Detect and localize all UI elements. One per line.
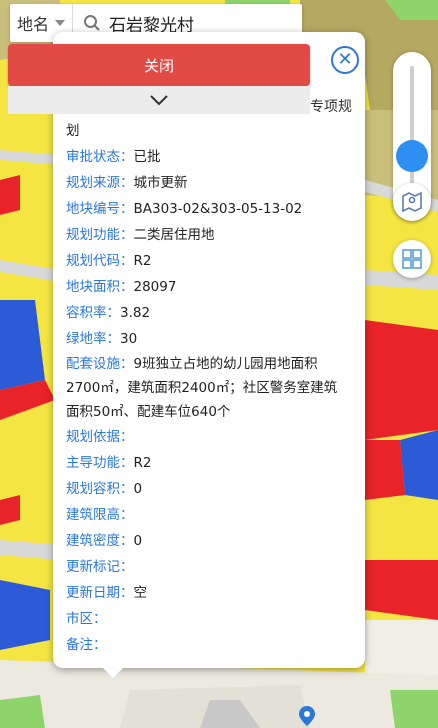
attr-row-main-function: 主导功能：R2 [66,455,152,471]
grid-icon [402,249,422,269]
attr-label: 配套设施 [66,356,120,372]
attr-value: 二类居住用地 [133,227,215,243]
location-pin-icon[interactable] [298,705,316,727]
close-button[interactable]: 关闭 [8,44,310,86]
attr-label: 市区 [66,611,93,627]
attr-row-update-mark: 更新标记： [66,559,134,575]
grid-view-button[interactable] [393,240,431,278]
attr-row-parcel-area: 地块面积：28097 [66,279,177,295]
attr-value: BA303-02&303-05-13-02 [133,201,303,217]
attr-row-update-date: 更新日期：空 [66,585,148,601]
popup-title-tail: 专项规 [310,99,352,115]
attr-value-cont: 面积50㎡、配建车位640个 [66,404,231,420]
attr-label: 规划来源 [66,175,120,191]
attr-value: 3.82 [120,305,151,321]
attr-value: 已批 [133,149,161,165]
popup-title-continued: 划 [66,123,80,139]
attr-value: 9班独立占地的幼儿园用地面积 [133,356,318,372]
attr-value: 城市更新 [133,175,188,191]
attr-label: 更新标记 [66,559,120,575]
chevron-down-icon [55,20,65,26]
attr-label: 规划功能 [66,227,120,243]
attr-value-cont: 2700㎡，建筑面积2400㎡；社区警务室建筑 [66,380,338,396]
category-label: 地名 [16,15,49,34]
attr-label: 地块面积 [66,279,120,295]
attr-label: 建筑限高 [66,507,120,523]
map-layers-button[interactable] [393,183,431,221]
attr-label: 地块编号 [66,201,120,217]
attr-value: 空 [133,585,148,601]
attr-row-far: 容积率：3.82 [66,305,151,321]
zoom-handle[interactable] [396,140,428,172]
attr-label: 更新日期 [66,585,120,601]
attr-row-plan-basis: 规划依据： [66,429,134,445]
attr-label: 规划依据 [66,429,120,445]
attr-row-plan-function: 规划功能：二类居住用地 [66,227,215,243]
attr-row-approval-status: 审批状态：已批 [66,149,161,165]
attr-value: 30 [120,331,138,347]
attr-value: R2 [133,253,152,269]
map-layers-icon [402,191,422,213]
attr-label: 规划代码 [66,253,120,269]
attr-label: 容积率 [66,305,107,321]
attr-label: 规划容积 [66,481,120,497]
attr-row-district: 市区： [66,611,107,627]
attr-value: R2 [133,455,152,471]
attr-label: 绿地率 [66,331,107,347]
attr-label: 建筑密度 [66,533,120,549]
attr-row-plan-source: 规划来源：城市更新 [66,175,188,191]
attr-row-parcel-number: 地块编号：BA303-02&303-05-13-02 [66,201,303,217]
close-icon[interactable]: ✕ [331,46,359,74]
attr-row-plan-volume: 规划容积：0 [66,481,143,497]
attr-value: 0 [133,533,143,549]
attr-row-remarks: 备注： [66,637,107,653]
chevron-down-icon [150,95,168,106]
collapse-toggle[interactable] [8,86,310,114]
attr-row-height-limit: 建筑限高： [66,507,134,523]
attr-row-facilities: 配套设施：9班独立占地的幼儿园用地面积 2700㎡，建筑面积2400㎡；社区警务… [66,356,338,420]
attr-label: 主导功能 [66,455,120,471]
attr-label: 备注 [66,637,93,653]
attr-value: 0 [133,481,143,497]
attr-row-building-density: 建筑密度：0 [66,533,143,549]
search-icon [84,15,100,31]
attr-row-plan-code: 规划代码：R2 [66,253,152,269]
attr-label: 审批状态 [66,149,120,165]
parcel-attributes: 划 审批状态：已批 规划来源：城市更新 地块编号：BA303-02&303-05… [66,118,360,658]
attr-value: 28097 [133,279,177,295]
attr-row-green-ratio: 绿地率：30 [66,331,138,347]
